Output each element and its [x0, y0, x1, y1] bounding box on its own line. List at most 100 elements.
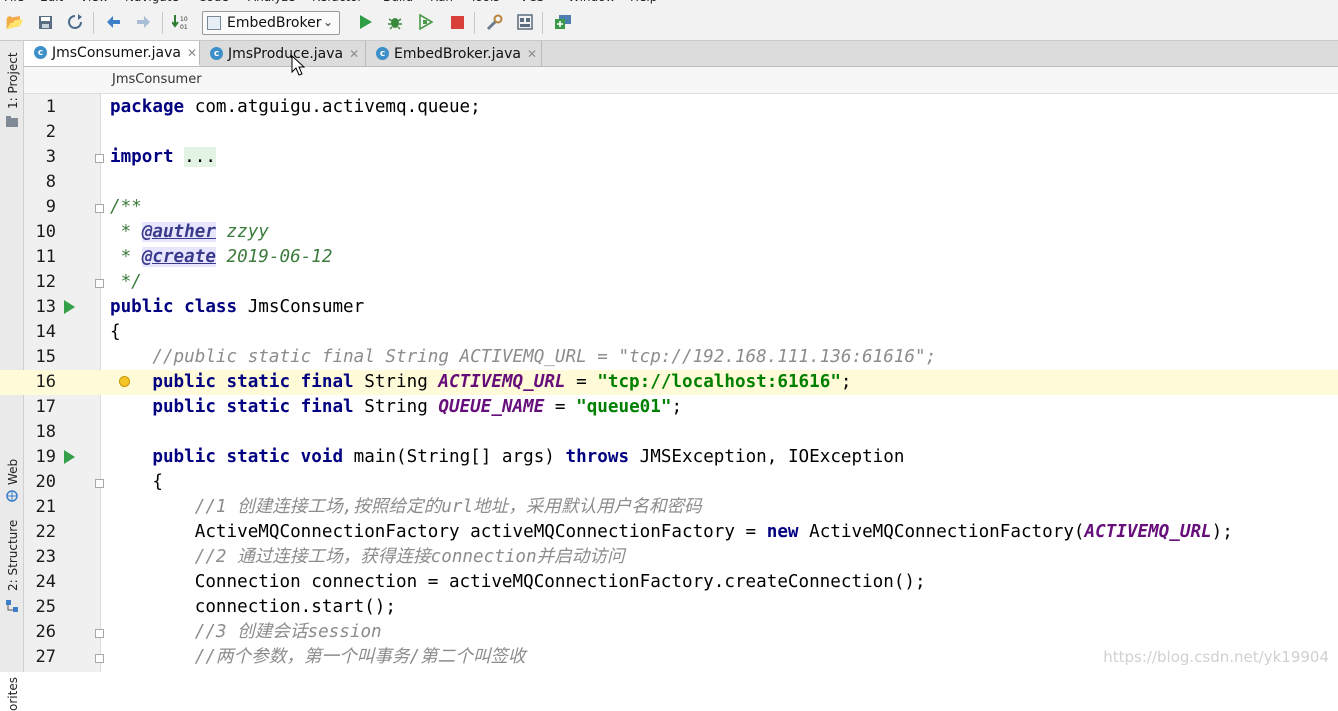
run-icon[interactable]	[356, 13, 374, 31]
code-line[interactable]: 23 //2 通过连接工场，获得连接connection并启动访问	[0, 545, 1338, 570]
code-token: public static void	[152, 447, 344, 467]
fold-icon[interactable]	[95, 279, 104, 288]
tab-jmsproduce[interactable]: c JmsProduce.java ✕	[200, 41, 366, 66]
menu-item[interactable]: Edit	[40, 0, 63, 4]
code-token: zzyy	[215, 222, 269, 242]
save-icon[interactable]	[36, 13, 54, 31]
coverage-icon[interactable]	[416, 13, 434, 31]
code-text: //public static final String ACTIVEMQ_UR…	[110, 345, 936, 370]
line-number: 13	[35, 297, 56, 317]
code-text: //3 创建会话session	[110, 620, 382, 645]
close-icon[interactable]: ✕	[349, 47, 359, 61]
close-icon[interactable]: ✕	[527, 47, 537, 61]
menu-item[interactable]: VCS	[520, 0, 544, 4]
chevron-down-icon: ⌄	[322, 15, 333, 29]
breadcrumb-class[interactable]: JmsConsumer	[112, 72, 202, 87]
stop-icon[interactable]	[448, 13, 466, 31]
line-number: 1	[45, 97, 56, 117]
code-token: ActiveMQConnectionFactory(	[798, 522, 1085, 542]
code-line[interactable]: 10 * @auther zzyy	[0, 220, 1338, 245]
favorites-tool-button[interactable]: orites	[6, 677, 20, 711]
line-number: 20	[35, 472, 56, 492]
sync-icon[interactable]	[66, 13, 84, 31]
deploy-icon[interactable]	[554, 13, 572, 31]
code-line[interactable]: 3 import ...	[0, 145, 1338, 170]
forward-icon[interactable]	[135, 13, 153, 31]
menu-item[interactable]: File	[4, 0, 24, 4]
settings-icon[interactable]	[485, 13, 503, 31]
code-line[interactable]: 12 */	[0, 270, 1338, 295]
code-line[interactable]: 15 //public static final String ACTIVEMQ…	[0, 345, 1338, 370]
code-token: */	[110, 272, 142, 292]
menu-item[interactable]: Window	[568, 0, 615, 4]
code-text: /**	[110, 195, 142, 220]
code-token: //2 通过连接工场，获得连接connection并启动访问	[194, 547, 625, 567]
line-number: 8	[45, 172, 56, 192]
line-number: 18	[35, 422, 56, 442]
fold-icon[interactable]	[95, 629, 104, 638]
code-line[interactable]: 13 public class JmsConsumer	[0, 295, 1338, 320]
fold-icon[interactable]	[95, 479, 104, 488]
line-number: 26	[35, 622, 56, 642]
run-configuration-select[interactable]: EmbedBroker ⌄	[202, 11, 340, 35]
open-folder-icon[interactable]: 📂	[6, 13, 25, 31]
code-token: Connection connection = activeMQConnecti…	[110, 572, 926, 592]
menu-item[interactable]: Run	[430, 0, 453, 4]
code-token: ACTIVEMQ_URL	[438, 372, 566, 392]
menu-item[interactable]: Build	[383, 0, 413, 4]
code-line[interactable]: 16 public static final String ACTIVEMQ_U…	[0, 370, 1338, 395]
code-line[interactable]: 21 //1 创建连接工场,按照给定的url地址，采用默认用户名和密码	[0, 495, 1338, 520]
code-line[interactable]: 17 public static final String QUEUE_NAME…	[0, 395, 1338, 420]
code-token: JmsConsumer	[237, 297, 365, 317]
line-number: 16	[35, 372, 56, 392]
line-number: 2	[45, 122, 56, 142]
line-number: 14	[35, 322, 56, 342]
code-line[interactable]: 9 /**	[0, 195, 1338, 220]
menu-item[interactable]: Analyze	[248, 0, 295, 4]
code-token: ;	[840, 372, 852, 392]
tab-embedbroker[interactable]: c EmbedBroker.java ✕	[366, 41, 542, 66]
code-line[interactable]: 25 connection.start();	[0, 595, 1338, 620]
menu-item[interactable]: Help	[630, 0, 657, 4]
menu-item[interactable]: Code	[198, 0, 229, 4]
run-gutter-icon[interactable]	[64, 450, 75, 464]
fold-icon[interactable]	[95, 204, 104, 213]
tab-jmsconsumer[interactable]: c JmsConsumer.java ✕	[24, 41, 200, 66]
line-number: 9	[45, 197, 56, 217]
code-line[interactable]: 22 ActiveMQConnectionFactory activeMQCon…	[0, 520, 1338, 545]
menu-item[interactable]: Tools	[470, 0, 500, 4]
code-line[interactable]: 18	[0, 420, 1338, 445]
back-icon[interactable]	[104, 13, 122, 31]
code-token: connection.start();	[110, 597, 396, 617]
code-line[interactable]: 24 Connection connection = activeMQConne…	[0, 570, 1338, 595]
debug-icon[interactable]	[386, 13, 404, 31]
code-line[interactable]: 8	[0, 170, 1338, 195]
tab-label: JmsConsumer.java	[52, 44, 181, 61]
code-line[interactable]: 1 package com.atguigu.activemq.queue;	[0, 95, 1338, 120]
menu-item[interactable]: Navigate	[125, 0, 179, 4]
close-icon[interactable]: ✕	[187, 46, 197, 60]
run-gutter-icon[interactable]	[64, 300, 75, 314]
code-token: String	[353, 372, 439, 392]
code-token: JMSException, IOException	[629, 447, 905, 467]
code-text: */	[110, 270, 142, 295]
code-line[interactable]: 14 {	[0, 320, 1338, 345]
code-line[interactable]: 26 //3 创建会话session	[0, 620, 1338, 645]
code-line[interactable]: 2	[0, 120, 1338, 145]
line-number: 15	[35, 347, 56, 367]
build-icon[interactable]: 10 01	[172, 13, 190, 31]
fold-icon[interactable]	[95, 154, 104, 163]
menu-item[interactable]: Refactor	[312, 0, 362, 4]
code-line[interactable]: 11 * @create 2019-06-12	[0, 245, 1338, 270]
code-line[interactable]: 20 {	[0, 470, 1338, 495]
project-structure-icon[interactable]	[516, 13, 534, 31]
toolbar-separator	[93, 12, 94, 34]
code-text: package com.atguigu.activemq.queue;	[110, 95, 481, 120]
menu-item[interactable]: View	[80, 0, 108, 4]
code-token: public class	[110, 297, 238, 317]
code-line[interactable]: 19 public static void main(String[] args…	[0, 445, 1338, 470]
fold-icon[interactable]	[95, 654, 104, 663]
